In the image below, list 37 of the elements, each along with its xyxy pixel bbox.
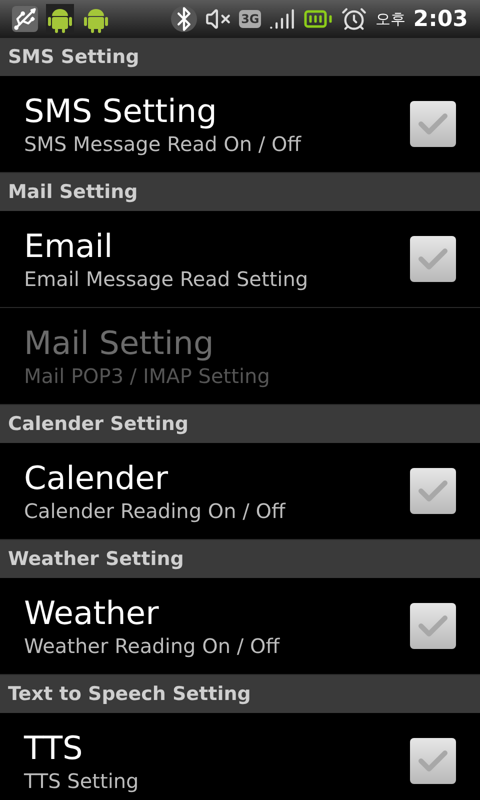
section-title: Text to Speech Setting [8,682,251,707]
setting-title: Mail Setting [24,323,215,363]
section-title: Weather Setting [8,546,184,572]
clock: 2:03 [413,6,468,34]
setting-summary: Email Message Read Setting [24,266,310,292]
setting-title: Email [24,226,114,266]
checkbox[interactable] [410,236,456,282]
usb-icon [12,6,38,32]
setting-title: Calender [24,458,169,498]
setting-summary: Mail POP3 / IMAP Setting [24,363,271,389]
check-icon [418,247,448,271]
mute-icon [205,6,232,32]
checkbox[interactable] [410,468,456,514]
robot-icon [46,4,74,34]
setting-row[interactable]: Email Email Message Read Setting [0,211,480,308]
setting-summary: Calender Reading On / Off [24,498,287,524]
check-icon [418,479,448,503]
bluetooth-icon [171,6,198,32]
check-icon [418,112,448,136]
setting-summary: TTS Setting [24,768,140,794]
setting-title: TTS [24,728,84,768]
setting-summary: SMS Message Read On / Off [24,131,302,157]
checkbox[interactable] [410,101,456,147]
alarm-icon [341,6,368,32]
section-title: Calender Setting [8,412,189,437]
checkbox[interactable] [410,603,456,649]
time-prefix: 오후 [375,8,406,30]
setting-row[interactable]: TTS TTS Setting [0,713,480,800]
setting-title: SMS Setting [24,91,218,131]
setting-title: Weather [24,593,160,633]
checkbox[interactable] [410,738,456,784]
check-icon [418,614,448,638]
check-icon [418,749,448,773]
section-title: SMS Setting [8,44,140,70]
setting-summary: Weather Reading On / Off [24,633,281,659]
section-title: Mail Setting [8,180,138,205]
network-label: 3G [239,10,262,28]
